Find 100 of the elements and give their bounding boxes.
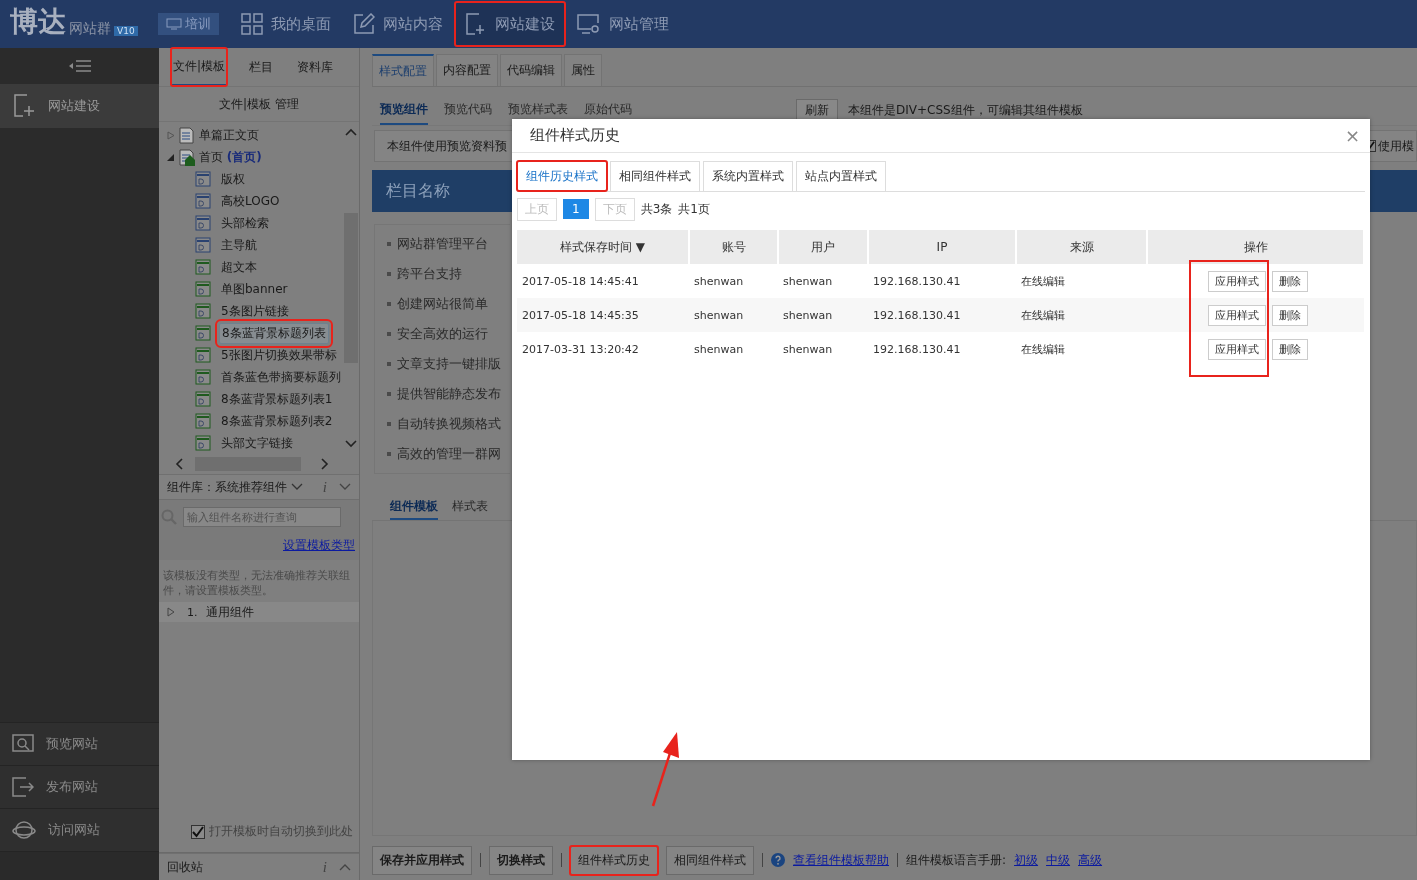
tree-item[interactable]: 高校LOGO (219, 191, 282, 211)
subtab[interactable]: 组件模板 (390, 494, 438, 520)
list-link[interactable]: 自动转换视频格式 (397, 415, 501, 433)
expanded-triangle-icon[interactable] (167, 152, 175, 162)
component-icon (195, 215, 211, 231)
bullet-icon (387, 302, 391, 306)
sidebar-item[interactable]: 网站建设 (0, 84, 159, 128)
tree-item[interactable]: 8条蓝背景标题列表1 (219, 389, 335, 409)
tree-item[interactable]: 主导航 (219, 235, 259, 255)
tab[interactable]: 系统内置样式 (703, 161, 793, 191)
page-count: 共1页 (678, 200, 710, 218)
column-header[interactable]: 样式保存时间 ▼ (517, 230, 689, 264)
tree-item[interactable]: 头部文字链接 (219, 433, 295, 453)
list-link[interactable]: 提供智能静态发布 (397, 385, 501, 403)
help-link[interactable]: 查看组件模板帮助 (793, 851, 889, 869)
table-cell: 在线编辑 (1016, 264, 1147, 298)
component-icon (195, 391, 211, 407)
apply-style-button[interactable]: 应用样式 (1208, 304, 1266, 326)
nav-item[interactable]: 网站内容 (342, 2, 453, 46)
subtab[interactable]: 原始代码 (584, 95, 632, 125)
list-link[interactable]: 跨平台支持 (397, 265, 462, 283)
tree-item[interactable]: 8条蓝背景标题列表2 (219, 411, 335, 431)
subtab[interactable]: 样式表 (452, 494, 488, 520)
component-group[interactable]: 通用组件 (205, 603, 254, 621)
sidebar-item[interactable]: 预览网站 (0, 722, 159, 765)
refresh-button[interactable]: 刷新 (796, 98, 838, 122)
tab[interactable]: 站点内置样式 (796, 161, 886, 191)
toolbar-button[interactable]: 相同组件样式 (666, 845, 754, 875)
nav-item[interactable]: 网站建设 (454, 2, 565, 46)
toolbar-button[interactable]: 组件样式历史 (570, 845, 658, 875)
panel-tab[interactable]: 文件|模板 (171, 48, 228, 86)
manual-link[interactable]: 初级 (1014, 851, 1039, 869)
table-cell: 在线编辑 (1016, 332, 1147, 366)
tree-item[interactable]: 单图banner (219, 279, 290, 299)
bullet-icon (387, 332, 391, 336)
scroll-left-icon[interactable] (175, 458, 183, 470)
dropdown-caret-icon[interactable] (291, 483, 303, 491)
manual-link[interactable]: 高级 (1078, 851, 1103, 869)
info-icon[interactable]: i (322, 858, 327, 876)
page-button[interactable]: 1 (563, 199, 589, 219)
tree-item[interactable]: 头部检索 (219, 213, 271, 233)
tree-item[interactable]: 单篇正文页 (199, 126, 259, 144)
subtab[interactable]: 预览样式表 (508, 95, 568, 125)
column-header: 操作 (1147, 230, 1364, 264)
collapse-icon[interactable] (67, 59, 92, 73)
apply-style-button[interactable]: 应用样式 (1208, 270, 1266, 292)
checkbox[interactable] (191, 824, 205, 839)
delete-button[interactable]: 删除 (1272, 304, 1308, 326)
list-link[interactable]: 网站群管理平台 (397, 235, 488, 253)
close-button[interactable]: × (1344, 125, 1360, 146)
tree-item[interactable]: 首页 (首页) (199, 148, 262, 166)
table-cell: shenwan (689, 332, 778, 366)
manual-label: 组件模板语言手册: (906, 851, 1007, 869)
sidebar-item[interactable]: 访问网站 (0, 808, 159, 851)
apply-style-button[interactable]: 应用样式 (1208, 338, 1266, 360)
subtab[interactable]: 预览代码 (444, 95, 492, 125)
home-page-icon (179, 148, 195, 166)
tab[interactable]: 代码编辑 (500, 54, 562, 86)
training-button[interactable]: 培训 (157, 13, 219, 35)
tab[interactable]: 样式配置 (372, 54, 434, 86)
panel-tab[interactable]: 资料库 (295, 48, 336, 86)
bullet-icon (387, 392, 391, 396)
tree-item[interactable]: 5张图片切换效果带标 (219, 345, 339, 365)
tree-item[interactable]: 首条蓝色带摘要标题列 (219, 367, 343, 387)
toolbar-button[interactable]: 保存并应用样式 (372, 845, 472, 875)
tab[interactable]: 内容配置 (436, 54, 498, 86)
column-title: 栏目名称 (386, 180, 450, 202)
component-icon (195, 303, 211, 319)
delete-button[interactable]: 删除 (1272, 338, 1308, 360)
search-icon (12, 734, 34, 754)
document-plus-icon (14, 94, 36, 118)
toolbar-button[interactable]: 切换样式 (489, 845, 553, 875)
subtab[interactable]: 预览组件 (380, 95, 428, 125)
scroll-right-icon[interactable] (321, 458, 329, 470)
table-cell: 192.168.130.41 (868, 332, 1016, 366)
info-icon[interactable]: i (322, 478, 327, 496)
nav-item[interactable]: 网站管理 (566, 2, 679, 46)
delete-button[interactable]: 删除 (1272, 270, 1308, 292)
nav-item[interactable]: 我的桌面 (230, 2, 341, 46)
chevron-up-icon[interactable] (339, 863, 351, 871)
list-link[interactable]: 创建网站很简单 (397, 295, 488, 313)
list-link[interactable]: 安全高效的运行 (397, 325, 488, 343)
tree-item[interactable]: 版权 (219, 169, 247, 189)
scroll-down-icon[interactable] (345, 440, 357, 448)
chevron-down-icon[interactable] (339, 483, 351, 491)
tree-item[interactable]: 5条图片链接 (219, 301, 291, 321)
tab[interactable]: 组件历史样式 (517, 161, 607, 191)
scroll-up-icon[interactable] (345, 128, 357, 136)
tree-item[interactable]: 超文本 (219, 257, 259, 277)
manual-link[interactable]: 中级 (1046, 851, 1071, 869)
recycle-bin-header[interactable]: 回收站 (167, 858, 203, 876)
sidebar-item[interactable]: 发布网站 (0, 765, 159, 808)
set-type-link[interactable]: 设置模板类型 (283, 538, 355, 552)
collapsed-triangle-icon[interactable] (167, 607, 175, 617)
panel-tab[interactable]: 栏目 (247, 48, 276, 86)
library-dropdown[interactable]: 组件库：系统推荐组件 (167, 478, 287, 496)
column-header: 用户 (778, 230, 868, 264)
tab[interactable]: 属性 (564, 54, 602, 86)
tab[interactable]: 相同组件样式 (610, 161, 700, 191)
bullet-icon (387, 452, 391, 456)
